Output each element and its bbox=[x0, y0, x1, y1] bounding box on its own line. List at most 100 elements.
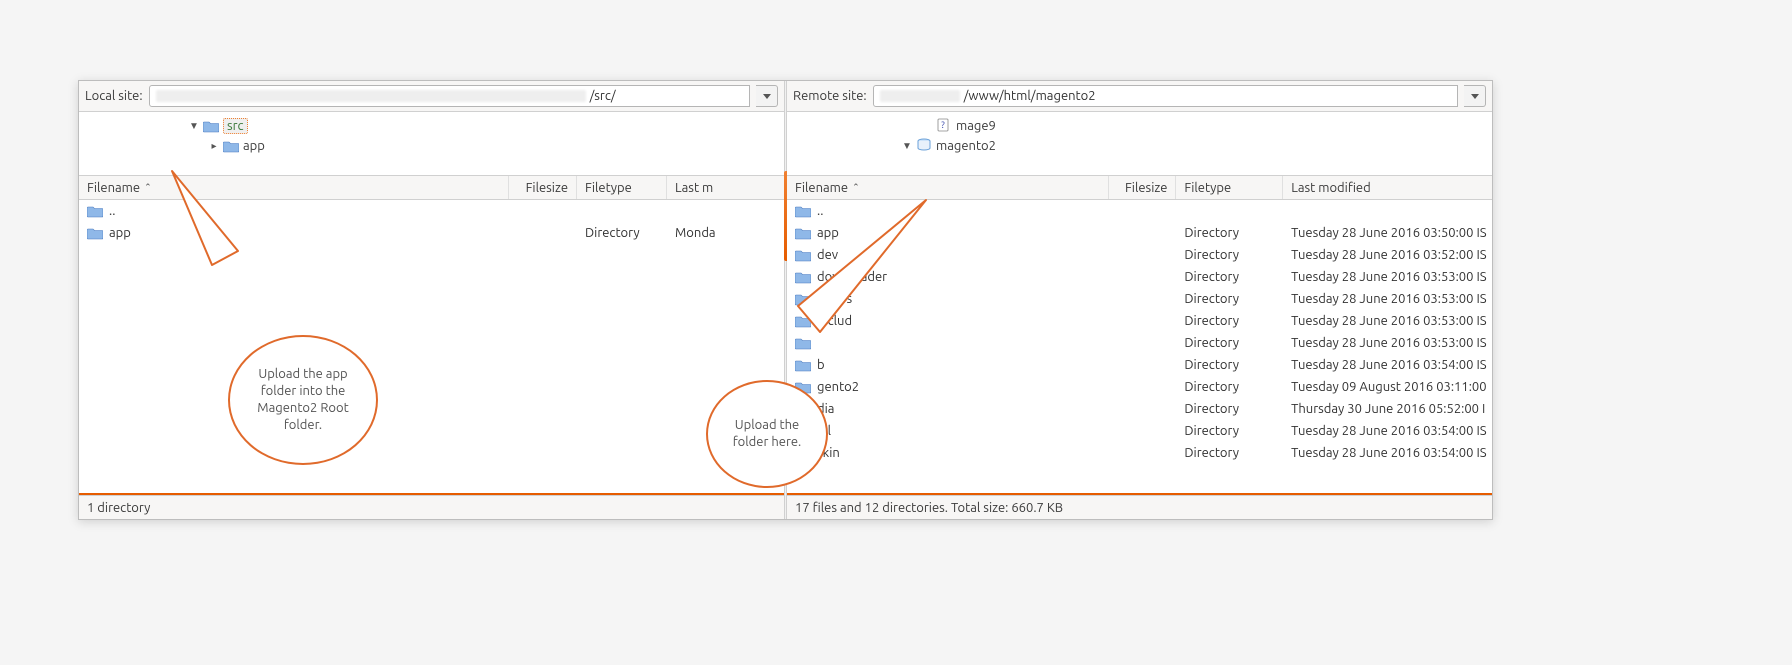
cell-filename bbox=[787, 336, 1109, 350]
tree-twisty-icon[interactable]: ▼ bbox=[189, 120, 199, 132]
local-path-text: /src/ bbox=[590, 89, 616, 103]
cell-filename: includ bbox=[787, 314, 1109, 328]
col-lastmod[interactable]: Last modified bbox=[1283, 176, 1492, 199]
local-file-list[interactable]: .. app DirectoryMonda bbox=[79, 200, 784, 495]
cell-filetype: Directory bbox=[1176, 380, 1283, 394]
cell-filename: errors bbox=[787, 292, 1109, 306]
blurred-path-segment bbox=[880, 90, 960, 102]
table-row[interactable]: errors DirectoryTuesday 28 June 2016 03:5… bbox=[787, 288, 1492, 310]
cell-filename: skin bbox=[787, 446, 1109, 460]
table-row[interactable]: ellDirectoryTuesday 28 June 2016 03:54:0… bbox=[787, 420, 1492, 442]
remote-path-dropdown[interactable] bbox=[1464, 85, 1486, 107]
tree-twisty-icon[interactable]: ▸ bbox=[209, 140, 219, 152]
local-pane: Local site: /src/ ▼src ▸ app Filename ⌃ Fi… bbox=[79, 81, 784, 519]
folder-icon bbox=[795, 446, 811, 460]
table-row[interactable]: includ DirectoryTuesday 28 June 2016 03:5… bbox=[787, 310, 1492, 332]
folder-icon bbox=[795, 292, 811, 306]
cell-filename: downloader bbox=[787, 270, 1109, 284]
selection-highlight-bar bbox=[787, 493, 1492, 495]
table-row[interactable]: .. bbox=[787, 200, 1492, 222]
cell-lastmod: Tuesday 28 June 2016 03:54:00 IS bbox=[1283, 358, 1492, 372]
tree-twisty-icon[interactable]: ▼ bbox=[902, 140, 912, 152]
cell-filename: dev bbox=[787, 248, 1109, 262]
cell-lastmod: Tuesday 28 June 2016 03:54:00 IS bbox=[1283, 424, 1492, 438]
cell-filename: app bbox=[79, 226, 509, 240]
folder-icon bbox=[795, 402, 811, 416]
cell-filename: .. bbox=[79, 204, 509, 218]
sort-ascending-icon: ⌃ bbox=[852, 182, 860, 193]
cell-lastmod: Tuesday 28 June 2016 03:53:00 IS bbox=[1283, 336, 1492, 350]
cell-filetype: Directory bbox=[1176, 270, 1283, 284]
col-filetype[interactable]: Filetype bbox=[1176, 176, 1283, 199]
col-filesize[interactable]: Filesize bbox=[509, 176, 577, 199]
cell-lastmod: Monda bbox=[667, 226, 737, 240]
cell-filename: dia bbox=[787, 402, 1109, 416]
table-row[interactable]: DirectoryTuesday 28 June 2016 03:53:00 I… bbox=[787, 332, 1492, 354]
local-path-dropdown[interactable] bbox=[756, 85, 778, 107]
col-lastmod[interactable]: Last m bbox=[667, 176, 737, 199]
remote-directory-tree[interactable]: ▸mage9 ▼ magento2 bbox=[787, 112, 1492, 176]
table-row[interactable]: devDirectoryTuesday 28 June 2016 03:52:0… bbox=[787, 244, 1492, 266]
local-directory-tree[interactable]: ▼src ▸ app bbox=[79, 112, 784, 176]
tree-item[interactable]: ▼src bbox=[79, 116, 784, 136]
cell-lastmod: Tuesday 28 June 2016 03:52:00 IS bbox=[1283, 248, 1492, 262]
folder-icon bbox=[223, 139, 239, 153]
cell-lastmod: Tuesday 28 June 2016 03:54:00 IS bbox=[1283, 446, 1492, 460]
ftp-window: Local site: /src/ ▼src ▸ app Filename ⌃ Fi… bbox=[78, 80, 1493, 520]
cell-lastmod: Tuesday 28 June 2016 03:53:00 IS bbox=[1283, 292, 1492, 306]
cell-lastmod: Tuesday 28 June 2016 03:50:00 IS bbox=[1283, 226, 1492, 240]
remote-pane: Remote site: /www/html/magento2 ▸mage9 ▼ m… bbox=[787, 81, 1492, 519]
sort-ascending-icon: ⌃ bbox=[144, 182, 152, 193]
cell-filename: app bbox=[787, 226, 1109, 240]
folder-icon bbox=[795, 380, 811, 394]
table-row[interactable]: downloader DirectoryTuesday 28 June 2016 … bbox=[787, 266, 1492, 288]
table-row[interactable]: .. bbox=[79, 200, 784, 222]
local-site-label: Local site: bbox=[85, 89, 143, 103]
folder-icon bbox=[87, 226, 103, 240]
chevron-down-icon bbox=[763, 94, 771, 99]
tree-item-label: app bbox=[243, 139, 265, 153]
tree-item[interactable]: ▸ app bbox=[79, 136, 784, 156]
table-row[interactable]: app DirectoryMonda bbox=[79, 222, 784, 244]
cell-filetype: Directory bbox=[1176, 314, 1283, 328]
tree-item-label: mage9 bbox=[956, 119, 996, 133]
cell-lastmod: Tuesday 28 June 2016 03:53:00 IS bbox=[1283, 270, 1492, 284]
local-column-headers: Filename ⌃ Filesize Filetype Last m bbox=[79, 176, 784, 200]
cell-filetype: Directory bbox=[1176, 226, 1283, 240]
tree-item[interactable]: ▸mage9 bbox=[787, 116, 1492, 136]
col-filesize[interactable]: Filesize bbox=[1109, 176, 1176, 199]
cell-filetype: Directory bbox=[1176, 446, 1283, 460]
table-row[interactable]: bDirectoryTuesday 28 June 2016 03:54:00 … bbox=[787, 354, 1492, 376]
cell-lastmod: Tuesday 09 August 2016 03:11:00 bbox=[1283, 380, 1492, 394]
local-path-input[interactable]: /src/ bbox=[149, 85, 750, 107]
cell-filename: .. bbox=[787, 204, 1109, 218]
folder-icon bbox=[203, 119, 219, 133]
remote-file-list[interactable]: ..appDirectoryTuesday 28 June 2016 03:50… bbox=[787, 200, 1492, 495]
cell-filetype: Directory bbox=[1176, 292, 1283, 306]
cell-filetype: Directory bbox=[577, 226, 667, 240]
col-filename[interactable]: Filename ⌃ bbox=[787, 176, 1109, 199]
table-row[interactable]: app DirectoryTuesday 28 June 2016 03:50:0… bbox=[787, 222, 1492, 244]
chevron-down-icon bbox=[1471, 94, 1479, 99]
tree-item[interactable]: ▼ magento2 bbox=[787, 136, 1492, 156]
local-status-bar: 1 directory bbox=[79, 495, 784, 519]
remote-path-text: /www/html/magento2 bbox=[964, 89, 1096, 103]
folder-icon bbox=[795, 204, 811, 218]
table-row[interactable]: skin DirectoryTuesday 28 June 2016 03:54:… bbox=[787, 442, 1492, 464]
col-filename[interactable]: Filename ⌃ bbox=[79, 176, 509, 199]
remote-site-bar: Remote site: /www/html/magento2 bbox=[787, 81, 1492, 112]
cell-lastmod: Tuesday 28 June 2016 03:53:00 IS bbox=[1283, 314, 1492, 328]
folder-icon bbox=[87, 204, 103, 218]
col-filetype[interactable]: Filetype bbox=[577, 176, 667, 199]
local-site-bar: Local site: /src/ bbox=[79, 81, 784, 112]
folder-icon bbox=[795, 336, 811, 350]
remote-column-headers: Filename ⌃ Filesize Filetype Last modifi… bbox=[787, 176, 1492, 200]
table-row[interactable]: diaDirectoryThursday 30 June 2016 05:52:… bbox=[787, 398, 1492, 420]
table-row[interactable]: gento2 DirectoryTuesday 09 August 2016 03… bbox=[787, 376, 1492, 398]
folder-icon bbox=[795, 358, 811, 372]
remote-path-input[interactable]: /www/html/magento2 bbox=[873, 85, 1458, 107]
cell-filetype: Directory bbox=[1176, 402, 1283, 416]
tree-item-label: magento2 bbox=[936, 139, 996, 153]
folder-icon bbox=[916, 138, 932, 155]
cell-filename: gento2 bbox=[787, 380, 1109, 394]
